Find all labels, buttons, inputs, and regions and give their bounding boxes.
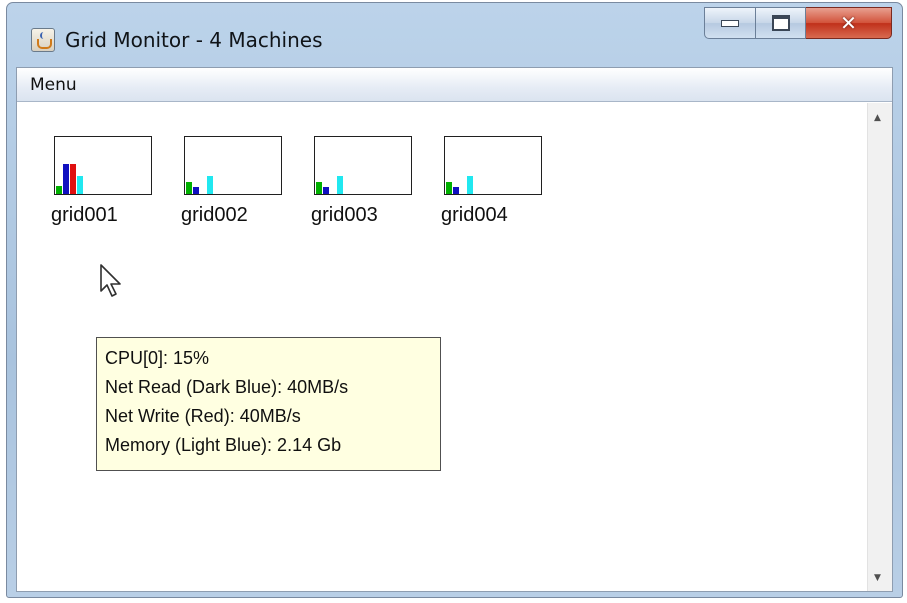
cpu-bar [56,186,62,194]
minimize-button[interactable] [704,7,756,39]
memory-bar [467,176,473,194]
maximize-button[interactable] [756,7,806,39]
minimize-icon [721,19,739,27]
usage-bars [446,176,473,194]
machine-grid002[interactable]: grid002 [181,136,286,227]
window-title: Grid Monitor - 4 Machines [65,28,323,52]
net-read-bar [193,187,199,194]
machine-label[interactable]: grid001 [51,204,156,227]
menu-bar: Menu [17,68,892,102]
java-cup-icon[interactable] [31,28,55,52]
vertical-scrollbar[interactable]: ▲ ▼ [867,103,892,591]
machine-graph[interactable] [314,136,412,195]
usage-bars [186,176,213,194]
tooltip-net-read: Net Read (Dark Blue): 40MB/s [105,377,349,397]
cpu-bar [316,182,322,194]
client-area: Menu grid001 grid002 grid003 grid004 CPU… [16,67,893,592]
memory-bar [207,176,213,194]
close-button[interactable]: ✕ [806,7,892,39]
net-read-bar [323,187,329,194]
machine-grid003[interactable]: grid003 [311,136,416,227]
scroll-up-arrow-icon[interactable]: ▲ [874,113,881,123]
menu-item-menu[interactable]: Menu [30,75,77,95]
machine-graph[interactable] [54,136,152,195]
tooltip-net-write: Net Write (Red): 40MB/s [105,406,301,426]
app-window: Grid Monitor - 4 Machines ✕ Menu grid001 [6,2,903,598]
scroll-down-arrow-icon[interactable]: ▼ [874,573,881,583]
mouse-cursor-icon [100,264,121,297]
cpu-bar [186,182,192,194]
maximize-icon [771,15,790,31]
machine-graph[interactable] [444,136,542,195]
machine-label[interactable]: grid003 [311,204,416,227]
usage-bars [56,164,83,194]
memory-bar [337,176,343,194]
close-icon: ✕ [840,11,857,35]
machine-graph[interactable] [184,136,282,195]
machine-label[interactable]: grid002 [181,204,286,227]
net-read-bar [453,187,459,194]
machine-label[interactable]: grid004 [441,204,546,227]
machine-panel: grid001 grid002 grid003 grid004 CPU[0]: … [17,103,867,591]
tooltip-memory: Memory (Light Blue): 2.14 Gb [105,435,342,455]
machine-grid004[interactable]: grid004 [441,136,546,227]
net-write-bar [70,164,76,194]
machine-grid001[interactable]: grid001 [51,136,156,227]
machine-tooltip: CPU[0]: 15% Net Read (Dark Blue): 40MB/s… [96,337,441,471]
tooltip-cpu: CPU[0]: 15% [105,348,210,368]
net-read-bar [63,164,69,194]
memory-bar [77,176,83,194]
title-bar[interactable]: Grid Monitor - 4 Machines ✕ [7,3,902,67]
usage-bars [316,176,343,194]
cpu-bar [446,182,452,194]
